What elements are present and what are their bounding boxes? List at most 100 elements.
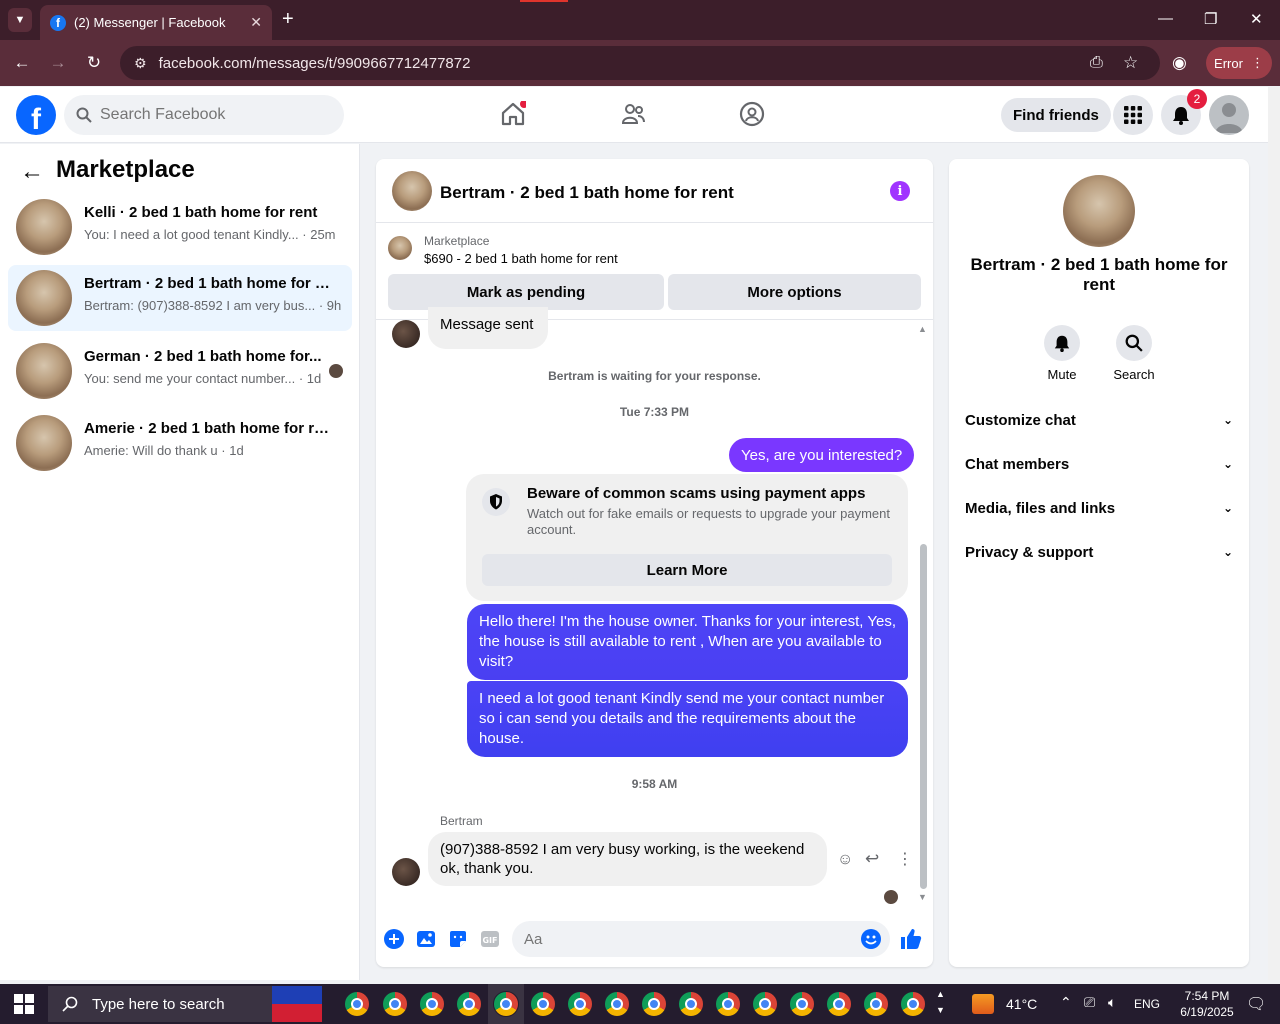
privacy-support-section[interactable]: Privacy & support ⌄ xyxy=(965,534,1233,570)
chrome-app-icon[interactable] xyxy=(641,991,667,1017)
search-box[interactable] xyxy=(64,95,344,135)
sender-avatar[interactable] xyxy=(392,858,420,886)
incoming-message[interactable]: (907)388-8592 I am very busy working, is… xyxy=(428,832,827,886)
message-input[interactable] xyxy=(524,930,824,948)
tab-list-button[interactable]: ▼ xyxy=(8,8,32,32)
sticker-icon[interactable] xyxy=(448,929,468,949)
search-highlight-image[interactable] xyxy=(272,986,322,1022)
clock[interactable]: 7:54 PM 6/19/2025 xyxy=(1172,988,1242,1020)
scroll-up-icon[interactable]: ▲ xyxy=(918,324,927,334)
chrome-app-icon[interactable] xyxy=(493,991,519,1017)
close-window-icon[interactable]: ✕ xyxy=(1250,10,1263,28)
info-icon[interactable]: i xyxy=(890,181,910,201)
scroll-down-icon[interactable]: ▼ xyxy=(918,892,927,902)
react-icon[interactable]: ☺ xyxy=(837,851,853,869)
conversation-item[interactable]: German · 2 bed 1 bath home for... You: s… xyxy=(8,338,352,404)
chrome-app-icon[interactable] xyxy=(382,991,408,1017)
conversation-item-active[interactable]: Bertram · 2 bed 1 bath home for re... Be… xyxy=(8,265,352,331)
find-friends-button[interactable]: Find friends xyxy=(1001,98,1111,132)
chat-title[interactable]: Bertram · 2 bed 1 bath home for rent xyxy=(440,183,734,203)
volume-icon[interactable]: 🔈︎ xyxy=(1108,994,1116,1011)
error-button[interactable]: Error ⋮ xyxy=(1206,47,1272,79)
network-icon[interactable]: ⎚ xyxy=(1084,994,1095,1011)
tab-close-icon[interactable]: ✕ xyxy=(250,14,262,31)
customize-chat-section[interactable]: Customize chat ⌄ xyxy=(965,402,1233,438)
message-input-box[interactable] xyxy=(512,921,890,957)
conversation-item[interactable]: Amerie · 2 bed 1 bath home for rent Amer… xyxy=(8,410,352,476)
reply-icon[interactable]: ↩ xyxy=(865,849,879,869)
outgoing-message[interactable]: I need a lot good tenant Kindly send me … xyxy=(467,681,908,757)
like-thumb-icon[interactable] xyxy=(899,927,923,951)
plus-icon[interactable] xyxy=(384,929,404,949)
install-app-icon[interactable]: ⎙ xyxy=(1090,54,1103,72)
page-scrollbar[interactable] xyxy=(1268,87,1280,980)
bookmark-star-icon[interactable]: ☆ xyxy=(1123,53,1138,73)
minimize-icon[interactable]: — xyxy=(1158,10,1173,27)
conversation-name: Bertram · 2 bed 1 bath home for rent xyxy=(970,255,1228,294)
search-conversation-button[interactable]: Search xyxy=(1104,325,1164,382)
taskbar-overflow-arrows[interactable]: ▲ ▼ xyxy=(936,986,945,1018)
chrome-app-icon[interactable] xyxy=(678,991,704,1017)
back-arrow-icon[interactable]: ← xyxy=(20,158,44,186)
weather-icon[interactable] xyxy=(972,994,994,1014)
chrome-app-icon[interactable] xyxy=(604,991,630,1017)
menu-dots-icon: ⋮ xyxy=(1250,55,1264,70)
browser-tab[interactable]: f (2) Messenger | Facebook ✕ xyxy=(40,5,272,40)
outgoing-message[interactable]: Yes, are you interested? xyxy=(729,438,915,472)
profile-icon[interactable]: ◉ xyxy=(1172,53,1187,73)
more-options-button[interactable]: More options xyxy=(668,274,921,310)
site-settings-icon[interactable]: ⚙ xyxy=(134,55,147,72)
reload-icon[interactable]: ↻ xyxy=(83,53,105,73)
back-icon[interactable]: ← xyxy=(11,53,33,73)
action-center-icon[interactable]: 🗨︎ xyxy=(1246,994,1266,1014)
chevron-down-icon: ⌄ xyxy=(1222,413,1233,427)
gif-icon[interactable]: GIF xyxy=(480,929,500,949)
home-icon[interactable] xyxy=(500,101,526,127)
search-input[interactable] xyxy=(100,106,320,124)
account-avatar[interactable] xyxy=(1209,95,1249,135)
mute-button[interactable]: Mute xyxy=(1032,325,1092,382)
chat-listing-thumbnail[interactable] xyxy=(392,171,432,211)
friends-icon[interactable] xyxy=(620,101,646,127)
new-tab-button[interactable]: + xyxy=(282,8,294,31)
temperature[interactable]: 41°C xyxy=(1006,996,1037,1012)
groups-icon[interactable] xyxy=(739,101,765,127)
chat-scrollbar[interactable]: ▲ ▼ xyxy=(918,324,928,902)
conversation-item[interactable]: Kelli · 2 bed 1 bath home for rent You: … xyxy=(8,194,352,260)
chrome-app-icon[interactable] xyxy=(826,991,852,1017)
chrome-app-icon[interactable] xyxy=(900,991,926,1017)
chrome-app-icon[interactable] xyxy=(752,991,778,1017)
chrome-app-icon[interactable] xyxy=(344,991,370,1017)
media-files-section[interactable]: Media, files and links ⌄ xyxy=(965,490,1233,526)
emoji-icon[interactable] xyxy=(861,929,881,949)
forward-icon[interactable]: → xyxy=(47,53,69,73)
chrome-app-icon[interactable] xyxy=(530,991,556,1017)
message-sent-bubble[interactable]: Message sent xyxy=(428,307,548,349)
more-icon[interactable]: ⋮ xyxy=(897,849,913,869)
listing-price[interactable]: $690 - 2 bed 1 bath home for rent xyxy=(424,251,618,266)
learn-more-button[interactable]: Learn More xyxy=(482,554,892,586)
message-composer: GIF xyxy=(376,919,933,967)
photo-icon[interactable] xyxy=(416,929,436,949)
sender-avatar[interactable] xyxy=(392,320,420,348)
chrome-app-icon[interactable] xyxy=(789,991,815,1017)
mark-as-pending-button[interactable]: Mark as pending xyxy=(388,274,664,310)
restore-icon[interactable]: ❐ xyxy=(1204,10,1217,28)
tray-chevron-icon[interactable]: ⌃ xyxy=(1060,994,1072,1011)
clock-time: 7:54 PM xyxy=(1184,989,1230,1003)
outgoing-message[interactable]: Hello there! I'm the house owner. Thanks… xyxy=(467,604,908,680)
scroll-thumb[interactable] xyxy=(920,544,927,889)
marketplace-label: Marketplace xyxy=(424,234,490,248)
facebook-logo-icon[interactable]: f xyxy=(16,95,56,135)
menu-grid-button[interactable] xyxy=(1113,95,1153,135)
chrome-app-icon[interactable] xyxy=(456,991,482,1017)
listing-avatar[interactable] xyxy=(1063,175,1135,247)
windows-start-icon[interactable] xyxy=(14,994,34,1014)
chat-members-section[interactable]: Chat members ⌄ xyxy=(965,446,1233,482)
chrome-app-icon[interactable] xyxy=(863,991,889,1017)
chrome-app-icon[interactable] xyxy=(715,991,741,1017)
address-bar[interactable]: ⚙ facebook.com/messages/t/99096677124778… xyxy=(120,46,1160,80)
chrome-app-icon[interactable] xyxy=(567,991,593,1017)
language-indicator[interactable]: ENG xyxy=(1134,997,1160,1011)
chrome-app-icon[interactable] xyxy=(419,991,445,1017)
